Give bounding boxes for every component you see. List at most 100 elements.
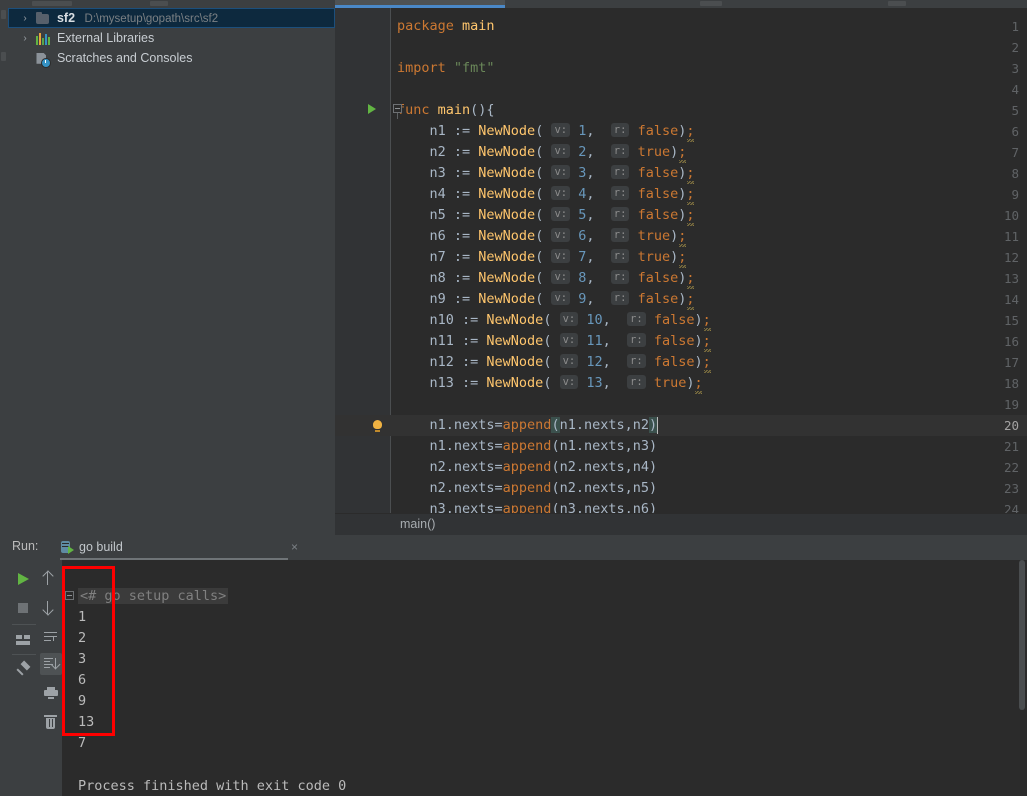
intention-bulb-icon[interactable] bbox=[373, 420, 382, 432]
code-line[interactable]: n7 := NewNode( v: 7, r: true); bbox=[397, 247, 686, 268]
console-output[interactable]: <# go setup calls> 1 2 3 6 9 13 7 Process fini… bbox=[62, 560, 1027, 796]
breadcrumb-segment[interactable] bbox=[335, 514, 1027, 535]
fold-toggle-icon[interactable] bbox=[393, 104, 402, 113]
code-token: , bbox=[586, 249, 611, 265]
code-token: ) bbox=[670, 228, 679, 244]
pin-tab-button[interactable] bbox=[12, 659, 34, 681]
line-number: 2 bbox=[1011, 40, 1019, 55]
text-caret bbox=[657, 417, 659, 434]
pin-icon bbox=[16, 660, 31, 677]
tree-item-label: Scratches and Consoles bbox=[56, 51, 193, 65]
code-line[interactable]: n3 := NewNode( v: 3, r: false); bbox=[397, 163, 695, 184]
editor-gutter[interactable] bbox=[335, 8, 390, 513]
code-token: false bbox=[637, 123, 679, 139]
code-token: , bbox=[602, 333, 628, 349]
code-token: (n3.nexts,n6) bbox=[551, 501, 658, 513]
code-line[interactable]: n2.nexts=append(n2.nexts,n4) bbox=[397, 457, 658, 478]
run-gutter-icon[interactable] bbox=[368, 104, 376, 114]
print-button[interactable] bbox=[40, 682, 62, 704]
parameter-hint: v: bbox=[559, 312, 579, 326]
code-line[interactable]: n1 := NewNode( v: 1, r: false); bbox=[397, 121, 695, 142]
scrollbar-thumb[interactable] bbox=[1019, 560, 1025, 710]
parameter-hint: v: bbox=[551, 186, 571, 200]
code-line[interactable]: n13 := NewNode( v: 13, r: true); bbox=[397, 373, 703, 394]
code-line[interactable]: n4 := NewNode( v: 4, r: false); bbox=[397, 184, 695, 205]
code-line[interactable]: n5 := NewNode( v: 5, r: false); bbox=[397, 205, 695, 226]
soft-wrap-button[interactable] bbox=[40, 626, 62, 648]
console-output-line: 3 bbox=[78, 651, 87, 667]
line-number: 4 bbox=[1011, 82, 1019, 97]
code-token: n2.nexts= bbox=[397, 480, 503, 496]
code-line[interactable]: import "fmt" bbox=[397, 58, 495, 79]
code-line[interactable]: n10 := NewNode( v: 10, r: false); bbox=[397, 310, 711, 331]
code-line[interactable]: n8 := NewNode( v: 8, r: false); bbox=[397, 268, 695, 289]
parameter-hint: v: bbox=[551, 270, 571, 284]
chevron-right-icon[interactable]: › bbox=[18, 9, 32, 29]
line-number: 13 bbox=[1003, 271, 1019, 286]
console-fold-toggle-icon[interactable] bbox=[65, 591, 74, 600]
code-token: (){ bbox=[470, 102, 495, 118]
code-line[interactable]: n2 := NewNode( v: 2, r: true); bbox=[397, 142, 686, 163]
line-number: 21 bbox=[1003, 439, 1019, 454]
toolbar-divider bbox=[12, 654, 36, 655]
stop-button[interactable] bbox=[12, 597, 34, 619]
scroll-to-end-button[interactable] bbox=[40, 653, 62, 675]
console-scrollbar[interactable] bbox=[1017, 560, 1027, 796]
rerun-button[interactable] bbox=[12, 568, 34, 590]
toolbar-ghost-item bbox=[700, 1, 722, 6]
code-token: false bbox=[653, 333, 695, 349]
up-button[interactable] bbox=[40, 568, 62, 590]
code-token: n13 := bbox=[397, 375, 487, 391]
run-label: Run: bbox=[12, 539, 39, 553]
parameter-hint: v: bbox=[559, 375, 579, 389]
code-line[interactable]: n1.nexts=append(n1.nexts,n3) bbox=[397, 436, 658, 457]
code-token: , bbox=[602, 312, 628, 328]
code-token: NewNode bbox=[478, 144, 536, 160]
code-line[interactable]: n9 := NewNode( v: 9, r: false); bbox=[397, 289, 695, 310]
scratches-icon bbox=[35, 49, 53, 69]
chevron-right-icon[interactable]: › bbox=[18, 29, 32, 49]
folder-icon bbox=[35, 9, 53, 29]
close-icon[interactable]: × bbox=[291, 537, 298, 558]
code-token: (n1.nexts,n3) bbox=[551, 438, 658, 454]
parameter-hint: r: bbox=[627, 312, 646, 326]
soft-wrap-icon bbox=[44, 632, 58, 643]
line-number: 1 bbox=[1011, 19, 1019, 34]
code-token: "fmt" bbox=[453, 60, 495, 76]
code-token: ( bbox=[543, 375, 560, 391]
console-fold-line[interactable]: <# go setup calls> bbox=[78, 586, 229, 607]
code-token: false bbox=[637, 270, 679, 286]
line-number: 6 bbox=[1011, 124, 1019, 139]
code-token: ( bbox=[543, 333, 560, 349]
down-button[interactable] bbox=[40, 597, 62, 619]
breadcrumb-bar: main() bbox=[335, 513, 1027, 536]
code-line[interactable]: n2.nexts=append(n2.nexts,n5) bbox=[397, 478, 658, 499]
code-line[interactable]: n1.nexts=append(n1.nexts,n2) bbox=[397, 415, 658, 436]
code-line[interactable]: n6 := NewNode( v: 6, r: true); bbox=[397, 226, 686, 247]
code-token: append bbox=[502, 459, 552, 475]
tree-item-sf2[interactable]: › sf2 D:\mysetup\gopath\src\sf2 bbox=[8, 8, 335, 28]
code-line[interactable]: func main(){ bbox=[397, 100, 495, 121]
clear-all-button[interactable] bbox=[40, 711, 62, 733]
code-token: 13 bbox=[586, 375, 603, 391]
code-editor[interactable]: 1 package main 2 3 import "fmt" 4 5 func main()… bbox=[335, 8, 1027, 513]
layout-button[interactable] bbox=[12, 629, 34, 651]
fold-rail bbox=[390, 8, 391, 513]
tree-item-external-libraries[interactable]: › External Libraries bbox=[8, 28, 335, 48]
parameter-hint: r: bbox=[610, 228, 630, 242]
tree-item-scratches-and-consoles[interactable]: Scratches and Consoles bbox=[8, 48, 335, 68]
parameter-hint: v: bbox=[551, 144, 571, 158]
code-line[interactable]: n12 := NewNode( v: 12, r: false); bbox=[397, 352, 711, 373]
code-token: ; bbox=[686, 123, 695, 139]
parameter-hint: v: bbox=[551, 228, 571, 242]
code-line[interactable]: package main bbox=[397, 16, 495, 37]
parameter-hint: r: bbox=[610, 165, 630, 179]
code-token: true bbox=[653, 375, 687, 391]
code-token: true bbox=[637, 228, 671, 244]
code-line[interactable]: n11 := NewNode( v: 11, r: false); bbox=[397, 331, 711, 352]
breadcrumb-main[interactable]: main() bbox=[400, 514, 435, 535]
line-number: 10 bbox=[1003, 208, 1019, 223]
code-line[interactable]: n3.nexts=append(n3.nexts,n6) bbox=[397, 499, 658, 513]
code-token: true bbox=[637, 144, 671, 160]
